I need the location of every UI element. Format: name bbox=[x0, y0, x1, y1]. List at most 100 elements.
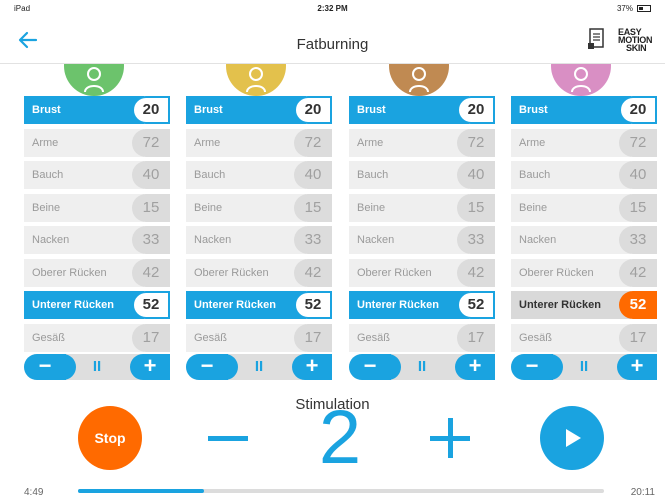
muscle-label: Bauch bbox=[186, 161, 306, 189]
muscle-row[interactable]: Oberer Rücken 42 bbox=[24, 258, 170, 287]
muscle-row[interactable]: Gesäß 17 bbox=[186, 323, 332, 352]
muscle-intensity-value: 42 bbox=[294, 258, 332, 287]
minus-button[interactable]: − bbox=[24, 354, 76, 380]
plus-button[interactable]: + bbox=[455, 354, 495, 380]
muscle-row[interactable]: Gesäß 17 bbox=[511, 323, 657, 352]
app-header: Fatburning EASY MOTION SKIN bbox=[0, 18, 665, 64]
stimulation-increase-button-vertical[interactable] bbox=[448, 418, 453, 458]
muscle-label: Gesäß bbox=[349, 323, 469, 352]
muscle-intensity-value: 33 bbox=[619, 226, 657, 254]
muscle-intensity-value: 52 bbox=[457, 291, 495, 319]
pause-button[interactable]: II bbox=[409, 354, 435, 380]
muscle-label: Brust bbox=[349, 96, 469, 124]
muscle-intensity-value: 72 bbox=[294, 128, 332, 157]
muscle-row[interactable]: Brust 20 bbox=[511, 96, 657, 124]
progress-track[interactable] bbox=[78, 489, 604, 493]
pause-button[interactable]: II bbox=[84, 354, 110, 380]
pause-button[interactable]: II bbox=[571, 354, 597, 380]
channel-controls: − II + bbox=[511, 354, 657, 380]
muscle-row[interactable]: Brust 20 bbox=[24, 96, 170, 124]
person-icon bbox=[571, 67, 591, 92]
total-time: 20:11 bbox=[630, 487, 655, 498]
muscle-row[interactable]: Beine 15 bbox=[186, 193, 332, 222]
muscle-intensity-value: 72 bbox=[132, 128, 170, 157]
plus-button[interactable]: + bbox=[130, 354, 170, 380]
muscle-row[interactable]: Unterer Rücken 52 bbox=[349, 291, 495, 319]
stop-button[interactable]: Stop bbox=[78, 406, 142, 470]
muscle-intensity-value: 40 bbox=[132, 161, 170, 189]
person-icon bbox=[84, 67, 104, 92]
muscle-row[interactable]: Gesäß 17 bbox=[24, 323, 170, 352]
muscle-row[interactable]: Nacken 33 bbox=[349, 226, 495, 254]
muscle-row[interactable]: Unterer Rücken 52 bbox=[186, 291, 332, 319]
muscle-intensity-value: 33 bbox=[457, 226, 495, 254]
muscle-intensity-value: 40 bbox=[457, 161, 495, 189]
muscle-label: Beine bbox=[186, 193, 306, 222]
muscle-row[interactable]: Nacken 33 bbox=[511, 226, 657, 254]
muscle-row[interactable]: Oberer Rücken 42 bbox=[186, 258, 332, 287]
muscle-label: Gesäß bbox=[24, 323, 144, 352]
muscle-row[interactable]: Brust 20 bbox=[349, 96, 495, 124]
muscle-row[interactable]: Beine 15 bbox=[511, 193, 657, 222]
muscle-row[interactable]: Beine 15 bbox=[349, 193, 495, 222]
muscle-intensity-value: 17 bbox=[619, 323, 657, 352]
avatar[interactable] bbox=[551, 64, 611, 96]
minus-button[interactable]: − bbox=[349, 354, 401, 380]
muscle-row[interactable]: Nacken 33 bbox=[186, 226, 332, 254]
person-icon bbox=[409, 67, 429, 92]
muscle-intensity-value: 72 bbox=[457, 128, 495, 157]
channel-controls: − II + bbox=[349, 354, 495, 380]
pause-button[interactable]: II bbox=[246, 354, 272, 380]
person-icon bbox=[246, 67, 266, 92]
muscle-intensity-value: 17 bbox=[294, 323, 332, 352]
muscle-row[interactable]: Arme 72 bbox=[186, 128, 332, 157]
channel-controls: − II + bbox=[186, 354, 332, 380]
muscle-intensity-value: 42 bbox=[619, 258, 657, 287]
muscle-row[interactable]: Bauch 40 bbox=[186, 161, 332, 189]
muscle-label: Gesäß bbox=[186, 323, 306, 352]
muscle-row[interactable]: Arme 72 bbox=[511, 128, 657, 157]
muscle-intensity-value: 72 bbox=[619, 128, 657, 157]
muscle-row[interactable]: Gesäß 17 bbox=[349, 323, 495, 352]
muscle-row[interactable]: Unterer Rücken 52 bbox=[511, 291, 657, 319]
muscle-row[interactable]: Beine 15 bbox=[24, 193, 170, 222]
muscle-intensity-value: 42 bbox=[457, 258, 495, 287]
plus-button[interactable]: + bbox=[292, 354, 332, 380]
muscle-intensity-value: 20 bbox=[132, 96, 170, 124]
play-button[interactable] bbox=[540, 406, 604, 470]
plus-button[interactable]: + bbox=[617, 354, 657, 380]
muscle-intensity-value: 20 bbox=[457, 96, 495, 124]
stimulation-decrease-button[interactable] bbox=[208, 436, 248, 441]
muscle-intensity-value: 52 bbox=[132, 291, 170, 319]
muscle-label: Unterer Rücken bbox=[186, 291, 306, 319]
muscle-intensity-value: 17 bbox=[132, 323, 170, 352]
muscle-row[interactable]: Unterer Rücken 52 bbox=[24, 291, 170, 319]
avatar[interactable] bbox=[64, 64, 124, 96]
avatar[interactable] bbox=[226, 64, 286, 96]
muscle-row[interactable]: Brust 20 bbox=[186, 96, 332, 124]
channel-controls: − II + bbox=[24, 354, 170, 380]
muscle-row[interactable]: Arme 72 bbox=[24, 128, 170, 157]
muscle-intensity-value: 20 bbox=[619, 96, 657, 124]
muscle-row[interactable]: Arme 72 bbox=[349, 128, 495, 157]
muscle-label: Brust bbox=[24, 96, 144, 124]
muscle-row[interactable]: Bauch 40 bbox=[511, 161, 657, 189]
document-icon[interactable] bbox=[588, 28, 606, 50]
muscle-label: Bauch bbox=[349, 161, 469, 189]
muscle-label: Unterer Rücken bbox=[24, 291, 144, 319]
avatar[interactable] bbox=[389, 64, 449, 96]
muscle-label: Brust bbox=[186, 96, 306, 124]
muscle-row[interactable]: Bauch 40 bbox=[24, 161, 170, 189]
logo-line: SKIN bbox=[626, 43, 647, 53]
muscle-row[interactable]: Nacken 33 bbox=[24, 226, 170, 254]
muscle-intensity-value: 40 bbox=[619, 161, 657, 189]
muscle-label: Oberer Rücken bbox=[511, 258, 631, 287]
muscle-row[interactable]: Oberer Rücken 42 bbox=[511, 258, 657, 287]
battery-indicator: 37% bbox=[617, 4, 651, 13]
minus-button[interactable]: − bbox=[511, 354, 563, 380]
muscle-row[interactable]: Oberer Rücken 42 bbox=[349, 258, 495, 287]
muscle-intensity-value: 52 bbox=[294, 291, 332, 319]
muscle-label: Bauch bbox=[511, 161, 631, 189]
muscle-row[interactable]: Bauch 40 bbox=[349, 161, 495, 189]
minus-button[interactable]: − bbox=[186, 354, 238, 380]
